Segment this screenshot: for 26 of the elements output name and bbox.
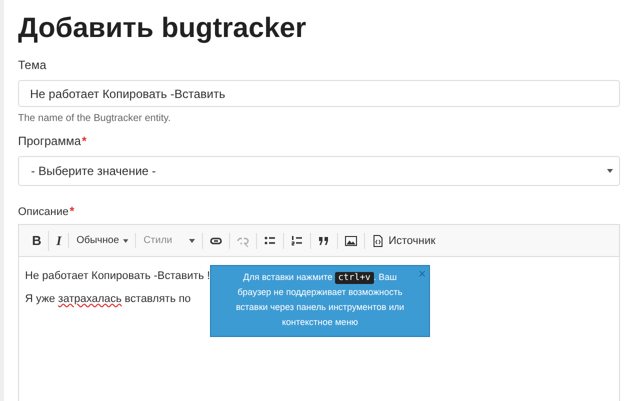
help-text: The name of the Bugtracker entity. [18, 113, 172, 124]
caret-icon [189, 238, 196, 242]
caret-icon [123, 238, 128, 242]
field-label: Программа [18, 134, 81, 148]
numbered-list-icon [291, 234, 304, 246]
source-button[interactable]: Источник [369, 232, 438, 248]
required-mark: * [82, 134, 87, 148]
bold-button[interactable]: B [29, 231, 44, 250]
image-icon [345, 234, 358, 246]
source-icon [372, 234, 384, 246]
caret-icon [607, 169, 613, 173]
subject-field[interactable]: Не работает Копировать -Вставить [18, 80, 620, 107]
field-label: Описание [18, 206, 69, 218]
italic-button[interactable]: I [53, 230, 64, 250]
tooltip-text: Для вставки нажмите ctrl+v . Ваш браузер не поддерживает возможность вставки через панель инструментов или контекстное меню [234, 271, 406, 329]
link-icon [210, 234, 222, 246]
field-label: Тема [18, 58, 46, 72]
quote-icon [318, 234, 330, 246]
page-title: Добавить bugtracker [18, 11, 308, 45]
format-dropdown[interactable]: Обычное [73, 233, 132, 248]
editor-text: Не работает Копировать -Вставить ! [25, 269, 210, 284]
bulleted-list-icon [264, 234, 276, 246]
rich-text-editor[interactable] [18, 224, 620, 401]
required-mark: * [70, 204, 74, 218]
program-select[interactable]: - Выберите значение - [18, 156, 620, 186]
editor-text: Я уже затрахалась вставлять по [25, 292, 191, 307]
